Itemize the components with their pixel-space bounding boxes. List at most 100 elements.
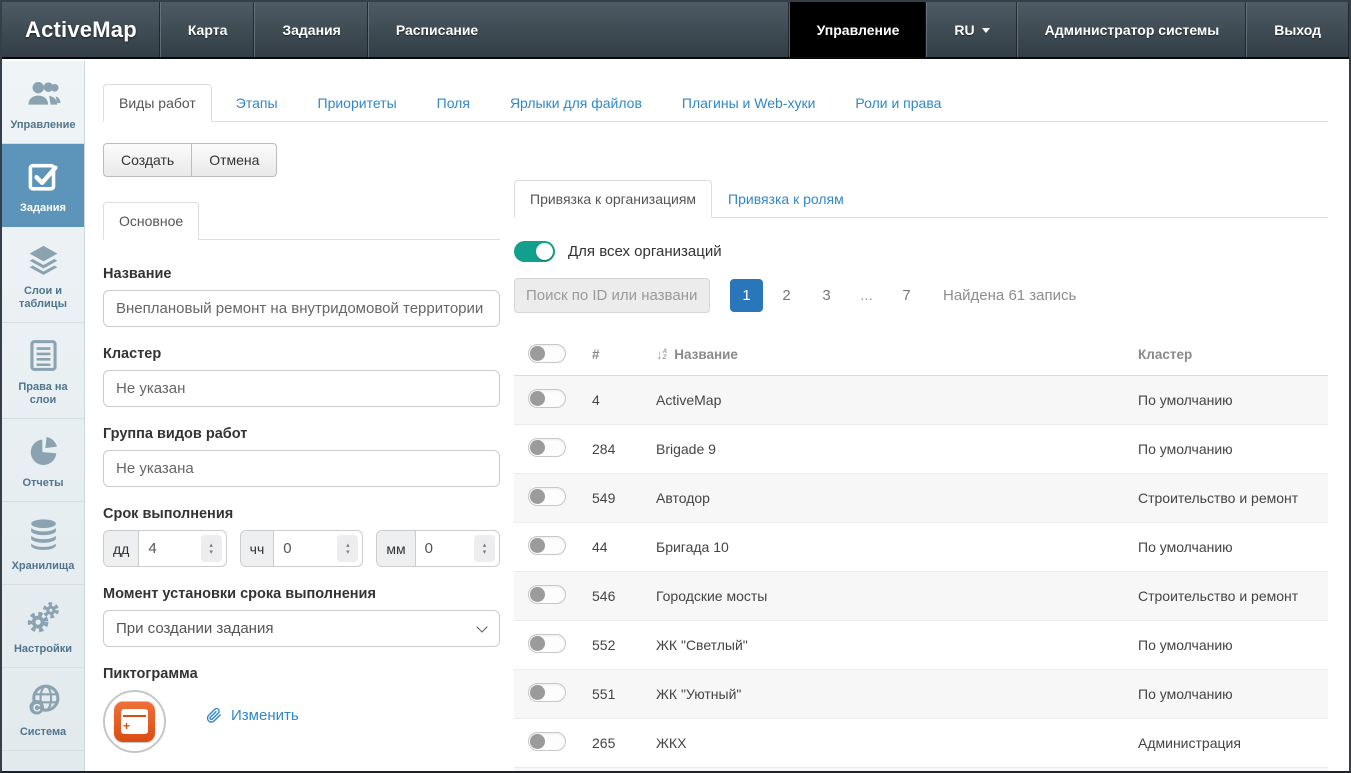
- cluster-label: Кластер: [103, 346, 500, 362]
- row-toggle[interactable]: [528, 536, 566, 555]
- topnav-spacer: [505, 2, 788, 57]
- sidebar-item-storages[interactable]: Хранилища: [2, 502, 84, 585]
- tab-stages[interactable]: Этапы: [220, 84, 294, 122]
- deadline-moment-select-wrap: При создании задания: [103, 610, 500, 647]
- sidebar-item-label: Задания: [20, 202, 66, 215]
- row-id-cell: 4: [592, 392, 656, 408]
- row-toggle[interactable]: [528, 585, 566, 604]
- pagination: 123...7: [730, 279, 930, 312]
- pagination-page-3[interactable]: 3: [810, 279, 843, 312]
- tab-fields[interactable]: Поля: [421, 84, 486, 122]
- row-name-text: Brigade 9: [656, 441, 716, 457]
- tab-work-types[interactable]: Виды работ: [103, 84, 212, 122]
- table-row[interactable]: 4ActiveMapПо умолчанию: [514, 376, 1328, 425]
- group-input[interactable]: [103, 450, 500, 487]
- document-lines-icon: [25, 336, 62, 374]
- stepper-down-icon[interactable]: ▾: [209, 549, 213, 556]
- sidebar-item-reports[interactable]: Отчеты: [2, 419, 84, 502]
- deadline-value-input[interactable]: [416, 531, 474, 566]
- row-toggle[interactable]: [528, 487, 566, 506]
- topnav-item-management[interactable]: Управление: [789, 2, 927, 57]
- name-input[interactable]: [103, 290, 500, 327]
- row-id-cell: 546: [592, 588, 656, 604]
- deadline-value-input[interactable]: [274, 531, 337, 566]
- sidebar: Управление Задания Слои и таблицыПрава на …: [2, 61, 85, 771]
- table-row[interactable]: 44Бригада 10По умолчанию: [514, 523, 1328, 572]
- row-toggle[interactable]: [528, 634, 566, 653]
- tab-main[interactable]: Основное: [103, 202, 199, 240]
- tab-roles-permissions[interactable]: Роли и права: [839, 84, 957, 122]
- sort-az-icon[interactable]: ↓AZ: [656, 349, 667, 361]
- globe-icon: C: [25, 681, 62, 719]
- row-id-cell: 552: [592, 637, 656, 653]
- tab-plugins-webhooks[interactable]: Плагины и Web-хуки: [666, 84, 831, 122]
- row-name-text: ЖКХ: [656, 735, 686, 751]
- stepper-down-icon[interactable]: ▾: [483, 549, 487, 556]
- row-name-text: ActiveMap: [656, 392, 721, 408]
- number-stepper[interactable]: ▴▾: [337, 535, 358, 562]
- table-row[interactable]: 284Brigade 9По умолчанию: [514, 425, 1328, 474]
- pagination-page-2[interactable]: 2: [770, 279, 803, 312]
- app-window: ActiveMap КартаЗаданияРасписание Управле…: [0, 0, 1351, 773]
- sidebar-item-layer-permissions[interactable]: Права на слои: [2, 323, 84, 419]
- tab-org-binding[interactable]: Привязка к организациям: [514, 180, 712, 218]
- topnav-item-account[interactable]: Администратор системы: [1017, 2, 1247, 57]
- main-tabs: Виды работЭтапыПриоритетыПоляЯрлыки для …: [103, 84, 1328, 122]
- sidebar-item-layers-tables[interactable]: Слои и таблицы: [2, 227, 84, 323]
- table-row[interactable]: 552ЖК "Светлый"По умолчанию: [514, 621, 1328, 670]
- deadline-value-input[interactable]: [139, 531, 200, 566]
- table-header: # ↓AZ Название Кластер: [514, 334, 1328, 376]
- pagination-page-1[interactable]: 1: [730, 279, 763, 312]
- stepper-up-icon[interactable]: ▴: [209, 542, 213, 549]
- tab-file-labels[interactable]: Ярлыки для файлов: [494, 84, 658, 122]
- sidebar-item-system[interactable]: CСистема: [2, 668, 84, 751]
- table-row[interactable]: 551ЖК "Уютный"По умолчанию: [514, 670, 1328, 719]
- tasks-icon: [25, 157, 62, 195]
- column-header-cluster: Кластер: [1138, 347, 1328, 362]
- row-cluster-cell: Строительство и ремонт: [1138, 490, 1328, 506]
- topnav-item-language[interactable]: RU: [926, 2, 1016, 57]
- row-id-cell: 284: [592, 441, 656, 457]
- row-toggle[interactable]: [528, 438, 566, 457]
- number-stepper[interactable]: ▴▾: [201, 535, 222, 562]
- topnav-item-label: Выход: [1274, 22, 1321, 38]
- table-row[interactable]: 265ЖКХАдминистрация: [514, 719, 1328, 768]
- row-name-cell: ЖК "Светлый": [656, 637, 1138, 653]
- table-row[interactable]: 546Городские мостыСтроительство и ремонт: [514, 572, 1328, 621]
- work-type-form-panel: Создать Отмена Основное Название Кластер…: [103, 143, 500, 753]
- all-orgs-toggle[interactable]: [514, 241, 555, 262]
- sidebar-item-management[interactable]: Управление: [2, 61, 84, 144]
- row-name-cell: ActiveMap: [656, 392, 1138, 408]
- stepper-down-icon[interactable]: ▾: [346, 549, 350, 556]
- topnav-item-tasks[interactable]: Задания: [254, 2, 367, 57]
- change-pictogram-link[interactable]: Изменить: [205, 707, 299, 724]
- row-id-cell: 265: [592, 735, 656, 751]
- table-row[interactable]: 549АвтодорСтроительство и ремонт: [514, 474, 1328, 523]
- stepper-up-icon[interactable]: ▴: [483, 542, 487, 549]
- deadline-moment-label: Момент установки срока выполнения: [103, 586, 500, 602]
- topnav-item-map[interactable]: Карта: [160, 2, 255, 57]
- sidebar-item-tasks[interactable]: Задания: [2, 144, 84, 227]
- row-toggle[interactable]: [528, 389, 566, 408]
- number-stepper[interactable]: ▴▾: [474, 535, 495, 562]
- cluster-input[interactable]: [103, 370, 500, 407]
- stepper-up-icon[interactable]: ▴: [346, 542, 350, 549]
- deadline-moment-select[interactable]: При создании задания: [103, 610, 500, 647]
- bindings-panel: Привязка к организациям Привязка к ролям…: [514, 180, 1328, 773]
- cancel-button[interactable]: Отмена: [192, 143, 277, 177]
- create-button[interactable]: Создать: [103, 143, 192, 177]
- tab-priorities[interactable]: Приоритеты: [302, 84, 413, 122]
- header-toggle[interactable]: [528, 344, 566, 363]
- topnav-item-schedule[interactable]: Расписание: [368, 2, 505, 57]
- sidebar-item-settings[interactable]: Настройки: [2, 585, 84, 668]
- tab-role-binding[interactable]: Привязка к ролям: [712, 180, 860, 218]
- pictogram-preview[interactable]: +: [103, 690, 166, 753]
- topnav-item-logout[interactable]: Выход: [1246, 2, 1349, 57]
- deadline-unit-label: чч: [241, 531, 275, 566]
- sidebar-item-label: Управление: [10, 119, 75, 132]
- row-toggle[interactable]: [528, 683, 566, 702]
- pagination-page-7[interactable]: 7: [890, 279, 923, 312]
- search-input[interactable]: [514, 278, 710, 313]
- sidebar-item-label: Настройки: [14, 643, 72, 656]
- row-toggle[interactable]: [528, 732, 566, 751]
